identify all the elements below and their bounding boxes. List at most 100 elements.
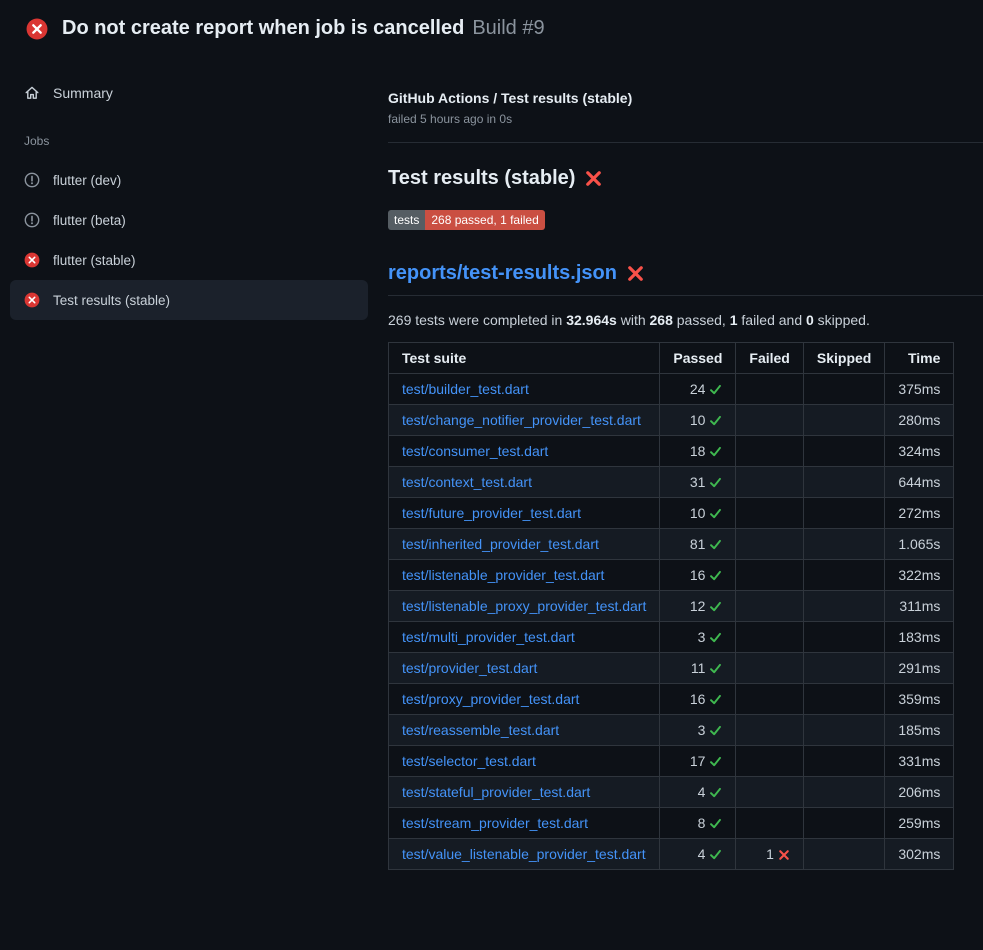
check-icon [709, 600, 722, 613]
test-suite-link[interactable]: test/change_notifier_provider_test.dart [402, 412, 641, 428]
failed-cell [736, 529, 803, 560]
table-row: test/stream_provider_test.dart8259ms [389, 808, 954, 839]
test-suite-link[interactable]: test/stateful_provider_test.dart [402, 784, 590, 800]
passed-cell: 8 [660, 808, 736, 839]
test-suite-link[interactable]: test/reassemble_test.dart [402, 722, 559, 738]
test-suite-link[interactable]: test/value_listenable_provider_test.dart [402, 846, 646, 862]
passed-cell: 18 [660, 436, 736, 467]
check-icon [709, 383, 722, 396]
passed-cell: 3 [660, 622, 736, 653]
jobs-heading: Jobs [10, 134, 368, 148]
failed-cell [736, 653, 803, 684]
skipped-cell [803, 560, 884, 591]
badge-value: 268 passed, 1 failed [425, 210, 544, 230]
column-header: Failed [736, 343, 803, 374]
failed-cell [736, 715, 803, 746]
check-icon [709, 631, 722, 644]
table-row: test/multi_provider_test.dart3183ms [389, 622, 954, 653]
sidebar: Summary Jobs flutter (dev)flutter (beta)… [0, 52, 388, 320]
results-table-head: Test suitePassedFailedSkippedTime [389, 343, 954, 374]
sidebar-job-item[interactable]: Test results (stable) [10, 280, 368, 320]
check-icon [709, 693, 722, 706]
results-summary-text: 269 tests were completed in 32.964s with… [388, 312, 983, 328]
test-suite-link[interactable]: test/inherited_provider_test.dart [402, 536, 599, 552]
summary-segment: 269 tests were completed in [388, 312, 566, 328]
passed-cell: 81 [660, 529, 736, 560]
skipped-cell [803, 715, 884, 746]
table-row: test/context_test.dart31644ms [389, 467, 954, 498]
summary-segment: passed, [673, 312, 730, 328]
home-icon [24, 85, 40, 101]
skipped-cell [803, 529, 884, 560]
failed-cell [736, 622, 803, 653]
passed-cell: 11 [660, 653, 736, 684]
passed-cell: 16 [660, 684, 736, 715]
check-icon [709, 476, 722, 489]
time-cell: 291ms [885, 653, 954, 684]
results-table: Test suitePassedFailedSkippedTime test/b… [388, 342, 954, 870]
x-circle-icon [24, 292, 40, 308]
main-panel: GitHub Actions / Test results (stable) f… [388, 52, 983, 870]
failed-cell [736, 808, 803, 839]
test-suite-link[interactable]: test/consumer_test.dart [402, 443, 548, 459]
time-cell: 331ms [885, 746, 954, 777]
sidebar-summary-label: Summary [53, 85, 113, 101]
failed-x-icon [627, 265, 644, 282]
summary-segment: skipped. [814, 312, 870, 328]
table-row: test/listenable_provider_test.dart16322m… [389, 560, 954, 591]
test-suite-link[interactable]: test/future_provider_test.dart [402, 505, 581, 521]
summary-segment: 32.964s [566, 312, 617, 328]
sidebar-item-summary[interactable]: Summary [10, 76, 368, 110]
passed-cell: 3 [660, 715, 736, 746]
failed-cell [736, 498, 803, 529]
column-header: Time [885, 343, 954, 374]
passed-cell: 4 [660, 777, 736, 808]
sidebar-jobs-list: flutter (dev)flutter (beta) flutter (stab… [10, 160, 368, 320]
test-suite-link[interactable]: test/proxy_provider_test.dart [402, 691, 579, 707]
run-header: Do not create report when job is cancell… [0, 0, 983, 52]
report-link[interactable]: reports/test-results.json [388, 262, 617, 285]
skipped-cell [803, 374, 884, 405]
column-header: Test suite [389, 343, 660, 374]
skipped-cell [803, 622, 884, 653]
passed-cell: 12 [660, 591, 736, 622]
time-cell: 375ms [885, 374, 954, 405]
test-suite-link[interactable]: test/provider_test.dart [402, 660, 537, 676]
test-suite-link[interactable]: test/selector_test.dart [402, 753, 536, 769]
time-cell: 206ms [885, 777, 954, 808]
passed-cell: 31 [660, 467, 736, 498]
failed-cell [736, 777, 803, 808]
x-circle-icon [24, 252, 40, 268]
test-suite-link[interactable]: test/stream_provider_test.dart [402, 815, 588, 831]
job-label: flutter (stable) [53, 253, 136, 268]
table-row: test/value_listenable_provider_test.dart… [389, 839, 954, 870]
failed-cell [736, 405, 803, 436]
time-cell: 302ms [885, 839, 954, 870]
section-title: Test results (stable) [388, 167, 575, 190]
check-icon [709, 755, 722, 768]
table-row: test/future_provider_test.dart10272ms [389, 498, 954, 529]
test-suite-link[interactable]: test/context_test.dart [402, 474, 532, 490]
skipped-cell [803, 746, 884, 777]
time-cell: 311ms [885, 591, 954, 622]
time-cell: 324ms [885, 436, 954, 467]
time-cell: 185ms [885, 715, 954, 746]
skipped-cell [803, 653, 884, 684]
sidebar-job-item[interactable]: flutter (dev) [10, 160, 368, 200]
time-cell: 359ms [885, 684, 954, 715]
test-suite-link[interactable]: test/listenable_proxy_provider_test.dart [402, 598, 646, 614]
skipped-cell [803, 839, 884, 870]
passed-cell: 4 [660, 839, 736, 870]
check-icon [709, 817, 722, 830]
table-row: test/selector_test.dart17331ms [389, 746, 954, 777]
sidebar-job-item[interactable]: flutter (stable) [10, 240, 368, 280]
failed-cell [736, 374, 803, 405]
test-suite-link[interactable]: test/listenable_provider_test.dart [402, 567, 604, 583]
table-row: test/consumer_test.dart 18 324ms [389, 436, 954, 467]
divider [388, 142, 983, 143]
passed-cell: 16 [660, 560, 736, 591]
table-row: test/listenable_proxy_provider_test.dart… [389, 591, 954, 622]
test-suite-link[interactable]: test/builder_test.dart [402, 381, 529, 397]
sidebar-job-item[interactable]: flutter (beta) [10, 200, 368, 240]
test-suite-link[interactable]: test/multi_provider_test.dart [402, 629, 575, 645]
